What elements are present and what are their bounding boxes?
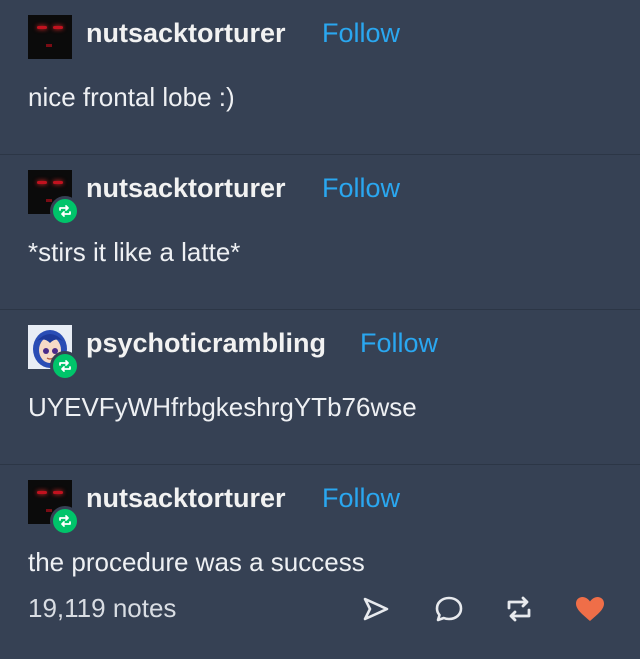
- share-icon[interactable]: [356, 589, 396, 629]
- post-item: nutsacktorturer Follow the procedure was…: [0, 465, 640, 659]
- post-text: UYEVFyWHfrbgkeshrgYTb76wse: [28, 392, 417, 422]
- username[interactable]: nutsacktorturer: [86, 483, 286, 514]
- avatar-eye: [53, 26, 63, 29]
- post-item: psychoticrambling Follow UYEVFyWHfrbgkes…: [0, 310, 640, 465]
- avatar-eye: [53, 181, 63, 184]
- like-icon[interactable]: [570, 589, 610, 629]
- post-text: the procedure was a success: [28, 547, 365, 577]
- reblog-badge-icon: [50, 351, 80, 381]
- reblog-badge-icon: [50, 196, 80, 226]
- username[interactable]: psychoticrambling: [86, 328, 326, 359]
- reblog-badge-icon: [50, 506, 80, 536]
- username[interactable]: nutsacktorturer: [86, 18, 286, 49]
- follow-button[interactable]: Follow: [322, 483, 400, 514]
- avatar-eye: [37, 26, 47, 29]
- avatar-eye: [37, 491, 47, 494]
- post-thread: nutsacktorturer Follow nice frontal lobe…: [0, 0, 640, 659]
- post-item: nutsacktorturer Follow nice frontal lobe…: [0, 0, 640, 155]
- reply-icon[interactable]: [429, 589, 469, 629]
- follow-button[interactable]: Follow: [360, 328, 438, 359]
- reblog-icon[interactable]: [499, 589, 539, 629]
- follow-button[interactable]: Follow: [322, 18, 400, 49]
- avatar-mouth: [46, 44, 52, 47]
- follow-button[interactable]: Follow: [322, 173, 400, 204]
- avatar[interactable]: [28, 15, 72, 59]
- post-text: *stirs it like a latte*: [28, 237, 241, 267]
- notes-count[interactable]: 19,119 notes: [28, 593, 176, 624]
- username[interactable]: nutsacktorturer: [86, 173, 286, 204]
- avatar-mouth: [46, 199, 52, 202]
- avatar-eye: [37, 181, 47, 184]
- post-footer: 19,119 notes: [0, 585, 640, 635]
- post-text: nice frontal lobe :): [28, 82, 235, 112]
- post-item: nutsacktorturer Follow *stirs it like a …: [0, 155, 640, 310]
- avatar-mouth: [46, 509, 52, 512]
- avatar-eye: [53, 491, 63, 494]
